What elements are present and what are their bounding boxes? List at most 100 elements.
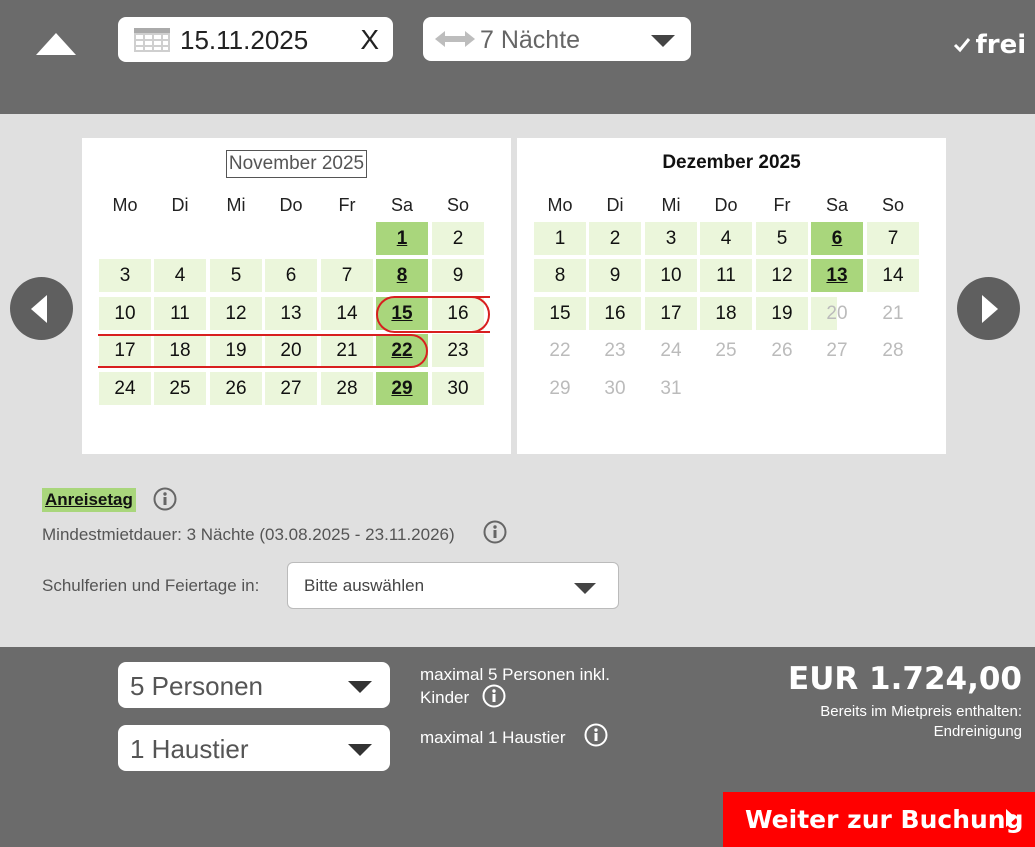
calendar-day[interactable]: 13 bbox=[265, 297, 317, 330]
weekday-label: Mi bbox=[226, 195, 246, 215]
calendar-day[interactable]: 26 bbox=[210, 372, 262, 405]
weekday-label: So bbox=[881, 195, 905, 215]
calendar-day[interactable]: 8 bbox=[534, 259, 586, 292]
min-stay-text: Mindestmietdauer: 3 Nächte (03.08.2025 -… bbox=[42, 525, 455, 544]
calendar-day[interactable]: 30 bbox=[432, 372, 484, 405]
calendar-day: 21 bbox=[882, 303, 904, 324]
nights-select[interactable]: 7 Nächte bbox=[423, 17, 691, 61]
calendar-day[interactable]: 19 bbox=[756, 297, 808, 330]
calendar-day[interactable]: 8 bbox=[376, 259, 428, 292]
calendar-month-december: Dezember 2025 31 30 29 28 27 26 25 24 23 22 21 20 19… bbox=[517, 138, 946, 454]
holidays-select[interactable]: Bitte auswählen bbox=[287, 562, 619, 609]
calendar-day[interactable]: 3 bbox=[99, 259, 151, 292]
collapse-up-icon[interactable] bbox=[36, 33, 76, 55]
arrival-day-legend: Anreisetag bbox=[42, 488, 136, 512]
calendar-day[interactable]: 12 bbox=[210, 297, 262, 330]
calendar-day[interactable]: 21 bbox=[321, 334, 373, 367]
calendar-day[interactable]: 7 bbox=[321, 259, 373, 292]
calendar-day[interactable]: 20 bbox=[265, 334, 317, 367]
calendar-day: 24 bbox=[660, 340, 682, 361]
continue-booking-button[interactable]: Weiter zur Buchung bbox=[723, 792, 1035, 847]
calendar-day[interactable]: 9 bbox=[432, 259, 484, 292]
calendar-day[interactable]: 11 bbox=[700, 259, 752, 292]
weekday-label: Do bbox=[279, 195, 303, 215]
calendar-day[interactable]: 16 bbox=[589, 297, 641, 330]
calendar-day[interactable]: 13 bbox=[811, 259, 863, 292]
calendar-day[interactable]: 28 bbox=[321, 372, 373, 405]
calendar-day[interactable]: 24 bbox=[99, 372, 151, 405]
arrival-date-field[interactable]: 15.11.2025 X bbox=[118, 17, 393, 62]
calendar-day[interactable]: 18 bbox=[700, 297, 752, 330]
calendar-day[interactable]: 1 bbox=[534, 222, 586, 255]
calendar-day[interactable]: 25 bbox=[154, 372, 206, 405]
weekday-label: Mi bbox=[661, 195, 681, 215]
calendar-day[interactable]: 19 bbox=[210, 334, 262, 367]
calendar-day[interactable]: 10 bbox=[99, 297, 151, 330]
prev-month-button[interactable] bbox=[10, 277, 73, 340]
calendar-day: 29 bbox=[549, 378, 571, 399]
weekday-label: Sa bbox=[390, 195, 414, 215]
calendar-day[interactable]: 23 bbox=[432, 334, 484, 367]
calendar-day[interactable]: 5 bbox=[210, 259, 262, 292]
persons-note: maximal 5 Personen inkl. Kinder bbox=[420, 665, 610, 707]
calendar-day[interactable]: 14 bbox=[867, 259, 919, 292]
calendar-day[interactable]: 1 bbox=[376, 222, 428, 255]
calendar-day[interactable]: 14 bbox=[321, 297, 373, 330]
calendar-day[interactable]: 29 bbox=[376, 372, 428, 405]
weekday-label: Sa bbox=[825, 195, 849, 215]
calendar-day[interactable]: 10 bbox=[645, 259, 697, 292]
calendar-day[interactable]: 22 bbox=[376, 334, 428, 367]
info-icon[interactable] bbox=[153, 487, 177, 511]
weekday-label: Mo bbox=[547, 195, 573, 215]
info-icon[interactable] bbox=[483, 520, 507, 544]
clear-date-button[interactable]: X bbox=[360, 25, 379, 55]
calendar-day: 31 bbox=[660, 378, 682, 399]
pets-select[interactable]: 1 Haustier bbox=[118, 725, 390, 771]
calendar-day[interactable]: 9 bbox=[589, 259, 641, 292]
continue-booking-label: Weiter zur Buchung bbox=[745, 805, 1024, 834]
calendar-day[interactable]: 16 bbox=[432, 297, 484, 330]
month-title: November 2025 bbox=[225, 150, 368, 178]
calendar-day: 30 bbox=[604, 378, 626, 399]
calendar-day[interactable]: 12 bbox=[756, 259, 808, 292]
weekday-label: So bbox=[446, 195, 470, 215]
calendar-day[interactable]: 6 bbox=[265, 259, 317, 292]
calendar-day[interactable]: 3 bbox=[645, 222, 697, 255]
calendar-day[interactable]: 2 bbox=[432, 222, 484, 255]
persons-select[interactable]: 5 Personen bbox=[118, 662, 390, 708]
calendar-day[interactable]: 4 bbox=[700, 222, 752, 255]
calendar-day: 22 bbox=[549, 340, 571, 361]
nights-value: 7 Nächte bbox=[480, 26, 581, 54]
calendar-day[interactable]: 11 bbox=[154, 297, 206, 330]
booking-bar: 5 Personen 1 Haustier maximal 5 Personen… bbox=[0, 647, 1035, 847]
calendar-day[interactable]: 17 bbox=[645, 297, 697, 330]
holidays-value: Bitte auswählen bbox=[304, 576, 425, 595]
calendar-day[interactable]: 5 bbox=[756, 222, 808, 255]
info-icon[interactable] bbox=[482, 684, 506, 708]
calendar-day[interactable]: 15 bbox=[534, 297, 586, 330]
chevron-left-icon bbox=[31, 295, 47, 323]
calendar-day[interactable]: 27 bbox=[265, 372, 317, 405]
chevron-down-icon bbox=[574, 583, 596, 594]
calendar-day[interactable]: 7 bbox=[867, 222, 919, 255]
calendar-day[interactable]: 18 bbox=[154, 334, 206, 367]
chevron-down-icon bbox=[348, 681, 372, 693]
persons-value: 5 Personen bbox=[130, 671, 263, 701]
total-price: EUR 1.724,00 bbox=[788, 661, 1022, 697]
calendar-day[interactable]: 17 bbox=[99, 334, 151, 367]
chevron-right-icon bbox=[1006, 809, 1016, 827]
calendar-day[interactable]: 4 bbox=[154, 259, 206, 292]
weekday-label: Di bbox=[171, 195, 189, 215]
info-icon[interactable] bbox=[584, 723, 608, 747]
calendar-day: 23 bbox=[604, 340, 626, 361]
calendar-day[interactable]: 6 bbox=[811, 222, 863, 255]
holidays-label: Schulferien und Feiertage in: bbox=[42, 576, 260, 595]
calendar-day: 28 bbox=[882, 340, 904, 361]
calendar-day[interactable]: 15 bbox=[376, 297, 428, 330]
pets-note: maximal 1 Haustier bbox=[420, 728, 566, 747]
next-month-button[interactable] bbox=[957, 277, 1020, 340]
included-services: Bereits im Mietpreis enthalten: Endreini… bbox=[820, 703, 1022, 740]
calendar-day[interactable]: 2 bbox=[589, 222, 641, 255]
availability-indicator: frei bbox=[953, 30, 1026, 60]
pets-value: 1 Haustier bbox=[130, 734, 249, 764]
